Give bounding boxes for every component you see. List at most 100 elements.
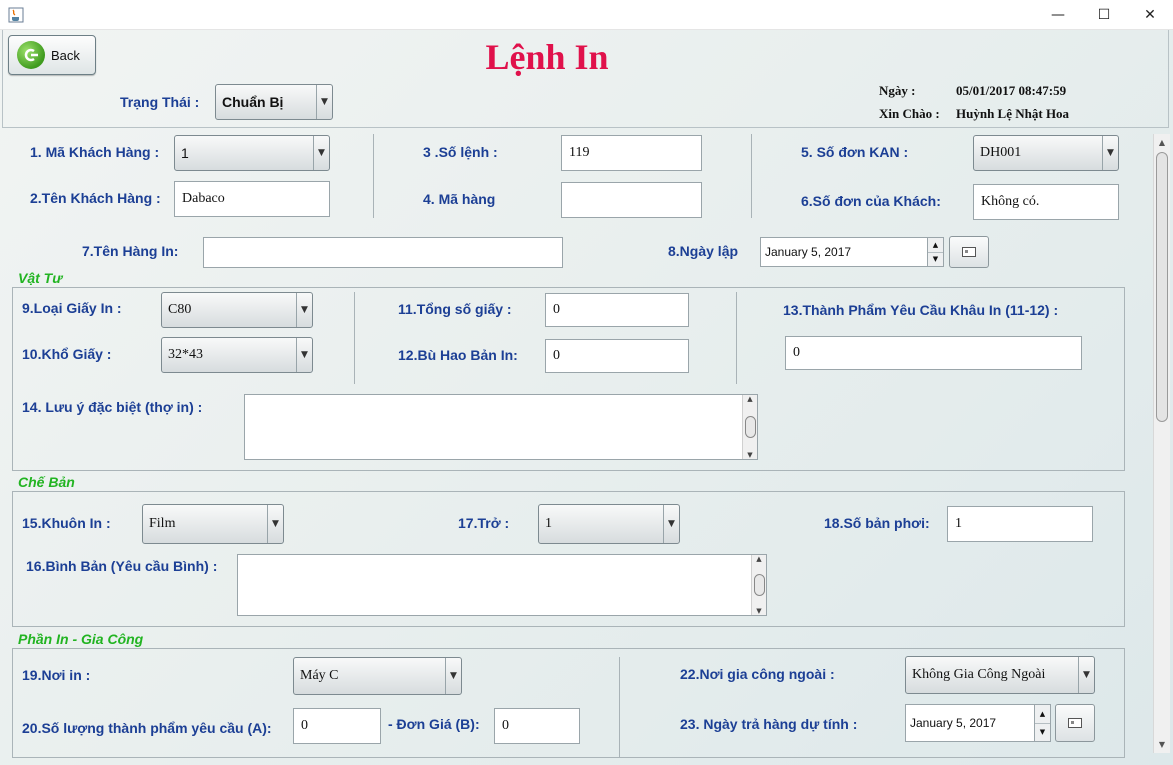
phan-in-title: Phần In - Gia Công [18,631,144,647]
ma-khach-hang-label: 1. Mã Khách Hàng : [30,144,160,160]
maximize-button[interactable]: ☐ [1081,0,1127,30]
thanh-pham-field[interactable]: 0 [785,336,1082,370]
main-scrollbar[interactable]: ▲ ▼ [1153,134,1170,753]
chevron-down-icon: ▼ [313,136,329,170]
binh-ban-label: 16.Bình Bản (Yêu cầu Bình) : [26,558,218,574]
kho-giay-select[interactable]: 32*43 ▼ [161,337,313,373]
ten-hang-in-field[interactable] [203,237,563,268]
ma-hang-label: 4. Mã hàng [423,191,496,207]
so-luong-label: 20.Số lượng thành phẩm yêu cầu (A): [22,720,272,736]
loai-giay-select[interactable]: C80 ▼ [161,292,313,328]
noi-in-select[interactable]: Máy C ▼ [293,657,462,695]
chevron-down-icon: ▼ [1078,657,1094,693]
chevron-down-icon: ▼ [296,338,312,372]
ngay-lap-calendar-button[interactable] [949,236,989,268]
chevron-down-icon: ▼ [445,658,461,694]
scroll-up-icon[interactable]: ▲ [1154,134,1170,151]
ma-khach-hang-value: 1 [181,145,189,161]
textarea-scrollbar[interactable]: ▲ ▼ [751,555,766,615]
chevron-down-icon: ▼ [296,293,312,327]
ten-khach-hang-field[interactable]: Dabaco [174,181,330,217]
java-app-icon [8,7,24,23]
scroll-down-icon[interactable]: ▼ [756,607,761,615]
ngay-tra-calendar-button[interactable] [1055,704,1095,742]
so-don-kan-label: 5. Số đơn KAN : [801,144,909,160]
ngay-tra-value: January 5, 2017 [910,716,997,730]
luu-y-textarea[interactable]: ▲ ▼ [244,394,758,460]
ngay-lap-label: 8.Ngày lập [668,243,739,259]
separator [751,134,752,218]
date-label: Ngày : [879,83,916,98]
ma-hang-field[interactable] [561,182,702,218]
noi-in-value: Máy C [300,668,339,683]
che-ban-title: Chế Bản [18,474,75,490]
spinner-up-icon[interactable]: ▲ [1035,705,1050,724]
separator [373,134,374,218]
kho-giay-label: 10.Khổ Giấy : [22,346,112,362]
separator [736,292,737,384]
separator [354,292,355,384]
spinner-down-icon[interactable]: ▼ [928,252,943,266]
so-ban-phoi-field[interactable]: 1 [947,506,1093,542]
khuon-in-label: 15.Khuôn In : [22,515,111,531]
ma-khach-hang-select[interactable]: 1 ▼ [174,135,330,171]
status-value: Chuẩn Bị [222,94,284,110]
scroll-up-icon[interactable]: ▲ [747,395,752,403]
scroll-thumb[interactable] [744,416,756,438]
scroll-down-icon[interactable]: ▼ [747,451,752,459]
calendar-icon [962,247,976,257]
so-don-kan-select[interactable]: DH001 ▼ [973,135,1119,171]
bu-hao-field[interactable]: 0 [545,339,689,373]
bu-hao-label: 12.Bù Hao Bản In: [398,347,518,363]
greeting-label: Xin Chào : [879,106,940,121]
tong-so-giay-field[interactable]: 0 [545,293,689,327]
noi-gia-cong-value: Không Gia Công Ngoài [912,667,1046,682]
user-name: Huỳnh Lệ Nhật Hoa [956,106,1070,121]
ngay-lap-value: January 5, 2017 [765,245,852,259]
binh-ban-textarea[interactable]: ▲ ▼ [237,554,767,616]
minimize-button[interactable]: — [1035,0,1081,30]
window-titlebar: — ☐ ✕ [0,0,1173,30]
separator [619,657,620,757]
thanh-pham-label: 13.Thành Phẩm Yêu Cầu Khâu In (11-12) : [783,302,1059,318]
main-frame: Back Lệnh In Trạng Thái : Chuẩn Bị ▼ Ngà… [0,30,1173,765]
scroll-up-icon[interactable]: ▲ [756,555,761,563]
kho-giay-value: 32*43 [168,347,203,362]
so-ban-phoi-label: 18.Số bản phơi: [824,515,930,531]
so-don-khach-field[interactable]: Không có. [973,184,1119,220]
ngay-tra-spinner[interactable]: January 5, 2017 ▲ ▼ [905,704,1051,742]
chevron-down-icon: ▼ [663,505,679,543]
so-lenh-label: 3 .Số lệnh : [423,144,498,160]
ten-hang-in-label: 7.Tên Hàng In: [82,243,179,259]
spinner-down-icon[interactable]: ▼ [1035,723,1050,741]
date-value: 05/01/2017 08:47:59 [956,83,1067,98]
page-title: Lệnh In [485,37,609,77]
khuon-in-value: Film [149,516,176,531]
vat-tu-title: Vật Tư [18,270,63,286]
scroll-down-icon[interactable]: ▼ [1154,736,1170,753]
spinner-up-icon[interactable]: ▲ [928,238,943,253]
khuon-in-select[interactable]: Film ▼ [142,504,284,544]
tro-label: 17.Trở : [458,515,510,531]
scroll-thumb[interactable] [753,574,765,596]
noi-gia-cong-select[interactable]: Không Gia Công Ngoài ▼ [905,656,1095,694]
calendar-icon [1068,718,1082,728]
so-luong-field[interactable]: 0 [293,708,381,744]
loai-giay-value: C80 [168,302,192,317]
scroll-thumb[interactable] [1156,152,1168,422]
ngay-tra-label: 23. Ngày trả hàng dự tính : [680,716,858,732]
chevron-down-icon: ▼ [1102,136,1118,170]
luu-y-label: 14. Lưu ý đặc biệt (thợ in) : [22,399,203,415]
close-button[interactable]: ✕ [1127,0,1173,30]
so-lenh-field[interactable]: 119 [561,135,702,171]
chevron-down-icon: ▼ [316,85,332,119]
loai-giay-label: 9.Loại Giấy In : [22,300,122,316]
tro-select[interactable]: 1 ▼ [538,504,680,544]
don-gia-field[interactable]: 0 [494,708,580,744]
status-select[interactable]: Chuẩn Bị ▼ [215,84,333,120]
textarea-scrollbar[interactable]: ▲ ▼ [742,395,757,459]
ngay-lap-spinner[interactable]: January 5, 2017 ▲ ▼ [760,237,944,267]
tong-so-giay-label: 11.Tổng số giấy : [398,301,512,317]
chevron-down-icon: ▼ [267,505,283,543]
tro-value: 1 [545,516,552,531]
